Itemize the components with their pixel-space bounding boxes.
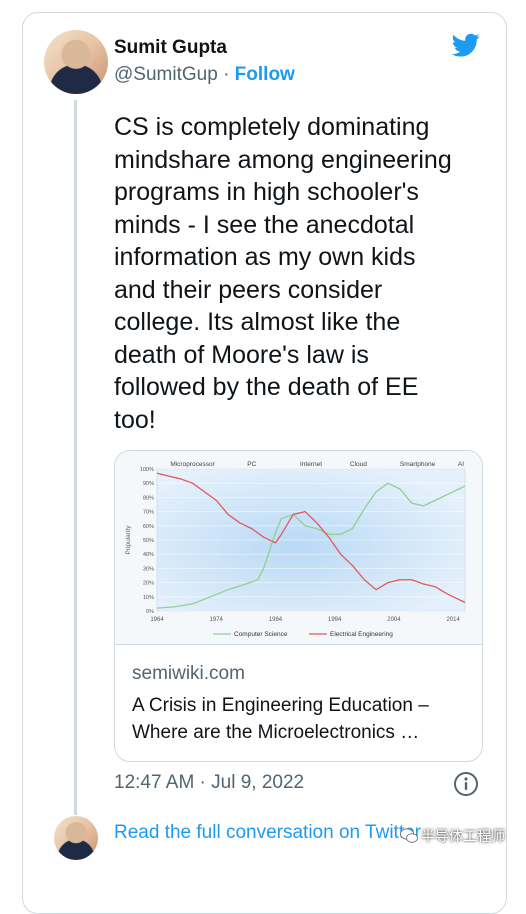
y-axis-label: Popularity <box>125 525 132 555</box>
y-tick-label: 20% <box>143 581 154 587</box>
wechat-logo-icon <box>400 828 418 843</box>
link-preview-card[interactable]: 0% 10% 20% 30% 40% 50% 60% 70% 80% 90% 100% 1964 197… <box>114 450 483 762</box>
era-label: Smartphone <box>400 461 436 468</box>
y-tick-label: 30% <box>143 566 154 572</box>
separator-dot: · <box>223 64 230 85</box>
watermark: 半导体工程师 <box>400 826 505 846</box>
info-icon[interactable] <box>453 771 479 797</box>
popularity-chart: 0% 10% 20% 30% 40% 50% 60% 70% 80% 90% 100% 1964 197… <box>125 461 466 638</box>
legend-label: Computer Science <box>234 631 288 638</box>
y-tick-label: 0% <box>146 609 154 615</box>
y-tick-label: 40% <box>143 552 154 558</box>
author-name[interactable]: Sumit Gupta <box>114 37 227 59</box>
x-tick-label: 2004 <box>387 617 401 623</box>
link-preview-image: 0% 10% 20% 30% 40% 50% 60% 70% 80% 90% 100% 1964 197… <box>115 451 482 645</box>
y-tick-label: 100% <box>140 467 154 473</box>
follow-button[interactable]: Follow <box>235 64 295 85</box>
x-tick-label: 1974 <box>210 617 224 623</box>
tweet-timestamp[interactable]: 12:47 AM · Jul 9, 2022 <box>114 772 304 794</box>
twitter-bird-icon[interactable] <box>450 31 482 59</box>
author-avatar[interactable] <box>44 30 108 94</box>
link-domain: semiwiki.com <box>132 663 245 684</box>
legend-label: Electrical Engineering <box>330 631 393 638</box>
x-tick-label: 1984 <box>269 617 283 623</box>
era-label: Internet <box>300 461 322 468</box>
x-tick-label: 1994 <box>328 617 342 623</box>
x-tick-label: 2014 <box>446 617 460 623</box>
y-tick-label: 10% <box>143 595 154 601</box>
y-tick-label: 70% <box>143 510 154 516</box>
tweet-text: CS is completely dominating mindshare am… <box>114 113 452 434</box>
era-label: PC <box>247 461 256 468</box>
era-label: Microprocessor <box>170 461 215 468</box>
thread-line <box>74 100 77 815</box>
link-title: A Crisis in Engineering Education – Wher… <box>132 695 429 743</box>
read-conversation-link[interactable]: Read the full conversation on Twitter <box>114 822 421 844</box>
x-tick-label: 1964 <box>150 617 164 623</box>
y-tick-label: 90% <box>143 481 154 487</box>
reply-avatar[interactable] <box>54 816 98 860</box>
author-handle[interactable]: @SumitGup <box>114 64 218 85</box>
y-tick-label: 80% <box>143 495 154 501</box>
watermark-text: 半导体工程师 <box>421 828 505 844</box>
era-label: Cloud <box>350 461 367 468</box>
handle-row: @SumitGup · Follow <box>114 64 295 86</box>
y-tick-label: 50% <box>143 538 154 544</box>
y-tick-label: 60% <box>143 524 154 530</box>
era-label: AI <box>458 461 464 468</box>
